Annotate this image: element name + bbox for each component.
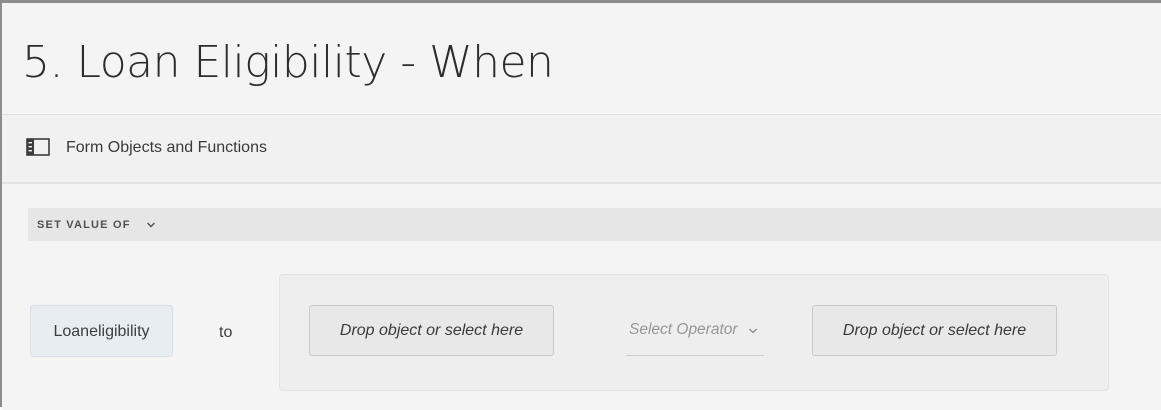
rule-editor-window: 5. Loan Eligibility - When Form Objects … xyxy=(0,0,1161,410)
panel-toggle-icon[interactable] xyxy=(26,138,50,156)
chevron-down-icon[interactable] xyxy=(146,221,156,229)
title-bar: 5. Loan Eligibility - When xyxy=(2,3,1161,115)
form-objects-label[interactable]: Form Objects and Functions xyxy=(66,139,267,157)
form-objects-toggle[interactable]: Form Objects and Functions xyxy=(2,115,1161,184)
left-operand-drop-target[interactable]: Drop object or select here xyxy=(309,305,554,356)
rule-content: SET VALUE OF Loaneligibility to Drop obj… xyxy=(2,184,1161,410)
expression-container: Drop object or select here Select Operat… xyxy=(279,274,1109,391)
chevron-down-icon[interactable] xyxy=(748,327,758,335)
right-operand-drop-target[interactable]: Drop object or select here xyxy=(812,305,1057,356)
operator-placeholder[interactable]: Select Operator xyxy=(629,321,738,339)
set-value-of-label[interactable]: SET VALUE OF xyxy=(37,219,131,231)
target-field-chip[interactable]: Loaneligibility xyxy=(30,305,173,357)
to-label: to xyxy=(219,324,233,341)
set-value-of-dropdown[interactable]: SET VALUE OF xyxy=(28,208,1161,241)
operator-select[interactable]: Select Operator xyxy=(626,314,764,356)
page-title: 5. Loan Eligibility - When xyxy=(22,37,554,88)
